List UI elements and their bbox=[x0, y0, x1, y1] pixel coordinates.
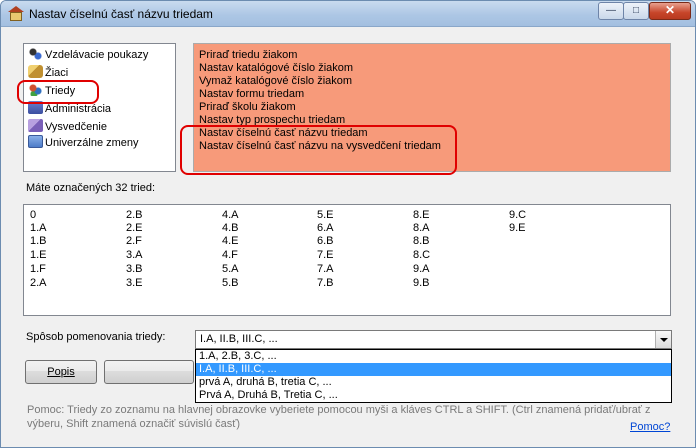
minimize-button[interactable]: — bbox=[598, 2, 624, 20]
class-item[interactable]: 0 bbox=[30, 209, 36, 221]
naming-label: Spôsob pomenovania triedy: bbox=[26, 331, 166, 343]
category-item-universal-changes[interactable]: Univerzálne zmeny bbox=[28, 135, 139, 151]
school-house-icon bbox=[8, 6, 24, 21]
dropdown-option[interactable]: 1.A, 2.B, 3.C, ... bbox=[196, 350, 671, 363]
naming-select[interactable]: I.A, II.B, III.C, ... bbox=[195, 330, 672, 349]
dropdown-option[interactable]: Prvá A, Druhá B, Tretia C, ... bbox=[196, 389, 671, 402]
class-item[interactable]: 3.A bbox=[126, 249, 143, 261]
class-item[interactable]: 2.A bbox=[30, 277, 47, 289]
certificate-icon bbox=[28, 119, 43, 132]
class-item[interactable]: 9.B bbox=[413, 277, 430, 289]
class-item[interactable]: 3.E bbox=[126, 277, 143, 289]
action-item[interactable]: Priraď triedu žiakom bbox=[199, 49, 297, 62]
class-item[interactable]: 4.E bbox=[222, 235, 239, 247]
popis-button[interactable]: Popis bbox=[25, 360, 97, 384]
voucher-icon bbox=[28, 47, 43, 60]
maximize-button[interactable]: □ bbox=[623, 2, 649, 20]
action-item[interactable]: Priraď školu žiakom bbox=[199, 101, 296, 114]
class-item[interactable]: 8.A bbox=[413, 222, 430, 234]
class-item[interactable]: 7.E bbox=[317, 249, 334, 261]
dropdown-option-highlighted[interactable]: I.A, II.B, III.C, ... bbox=[196, 363, 671, 376]
dialog-window: Nastav číselnú časť názvu triedam — □ ✕ … bbox=[0, 0, 696, 448]
class-item[interactable]: 6.B bbox=[317, 235, 334, 247]
window-title: Nastav číselnú časť názvu triedam bbox=[29, 7, 213, 21]
class-item[interactable]: 4.B bbox=[222, 222, 239, 234]
class-item[interactable]: 7.A bbox=[317, 263, 334, 275]
category-item-students[interactable]: Žiaci bbox=[28, 65, 68, 81]
category-item-vouchers[interactable]: Vzdelávacie poukazy bbox=[28, 47, 148, 63]
classes-grid[interactable]: 0 1.A 1.B 1.E 1.F 2.A 2.B 2.E 2.F 3.A 3.… bbox=[23, 204, 671, 316]
naming-select-value: I.A, II.B, III.C, ... bbox=[200, 333, 278, 345]
dropdown-option[interactable]: prvá A, druhá B, tretia C, ... bbox=[196, 376, 671, 389]
class-item[interactable]: 8.E bbox=[413, 209, 430, 221]
class-item[interactable]: 2.B bbox=[126, 209, 143, 221]
category-label: Vzdelávacie poukazy bbox=[45, 49, 149, 61]
students-icon bbox=[28, 65, 43, 78]
highlight-triedy bbox=[17, 80, 99, 104]
category-item-certificate[interactable]: Vysvedčenie bbox=[28, 119, 107, 135]
naming-dropdown-list: 1.A, 2.B, 3.C, ... I.A, II.B, III.C, ...… bbox=[195, 349, 672, 403]
class-item[interactable]: 9.A bbox=[413, 263, 430, 275]
class-item[interactable]: 1.F bbox=[30, 263, 46, 275]
title-bar[interactable]: Nastav číselnú časť názvu triedam — □ ✕ bbox=[1, 1, 695, 27]
category-label: Vysvedčenie bbox=[45, 121, 107, 133]
class-item[interactable]: 3.B bbox=[126, 263, 143, 275]
category-list: Vzdelávacie poukazy Žiaci Triedy Adminis… bbox=[23, 43, 176, 172]
class-item[interactable]: 4.A bbox=[222, 209, 239, 221]
chevron-down-icon[interactable] bbox=[655, 331, 671, 348]
popis-button-label: Popis bbox=[47, 366, 75, 378]
class-item[interactable]: 1.A bbox=[30, 222, 47, 234]
selected-count-label: Máte označených 32 tried: bbox=[26, 182, 156, 194]
class-item[interactable]: 1.E bbox=[30, 249, 47, 261]
class-item[interactable]: 9.C bbox=[509, 209, 526, 221]
class-item[interactable]: 5.A bbox=[222, 263, 239, 275]
highlight-actions bbox=[180, 125, 457, 175]
class-item[interactable]: 5.B bbox=[222, 277, 239, 289]
second-button[interactable] bbox=[104, 360, 194, 384]
close-button[interactable]: ✕ bbox=[649, 2, 691, 20]
category-label: Administrácia bbox=[45, 103, 112, 115]
class-item[interactable]: 2.E bbox=[126, 222, 143, 234]
class-item[interactable]: 8.B bbox=[413, 235, 430, 247]
class-item[interactable]: 1.B bbox=[30, 235, 47, 247]
action-item[interactable]: Nastav katalógové číslo žiakom bbox=[199, 62, 353, 75]
class-item[interactable]: 5.E bbox=[317, 209, 334, 221]
help-text: Pomoc: Triedy zo zoznamu na hlavnej obra… bbox=[27, 404, 651, 430]
action-item[interactable]: Nastav formu triedam bbox=[199, 88, 304, 101]
action-item[interactable]: Vymaž katalógové číslo žiakom bbox=[199, 75, 352, 88]
class-item[interactable]: 7.B bbox=[317, 277, 334, 289]
class-item[interactable]: 6.A bbox=[317, 222, 334, 234]
class-item[interactable]: 4.F bbox=[222, 249, 238, 261]
category-label: Žiaci bbox=[45, 67, 69, 79]
category-label: Univerzálne zmeny bbox=[45, 137, 139, 149]
class-item[interactable]: 2.F bbox=[126, 235, 142, 247]
universal-changes-icon bbox=[28, 135, 43, 148]
class-item[interactable]: 8.C bbox=[413, 249, 430, 261]
help-link[interactable]: Pomoc? bbox=[630, 421, 670, 433]
class-item[interactable]: 9.E bbox=[509, 222, 526, 234]
